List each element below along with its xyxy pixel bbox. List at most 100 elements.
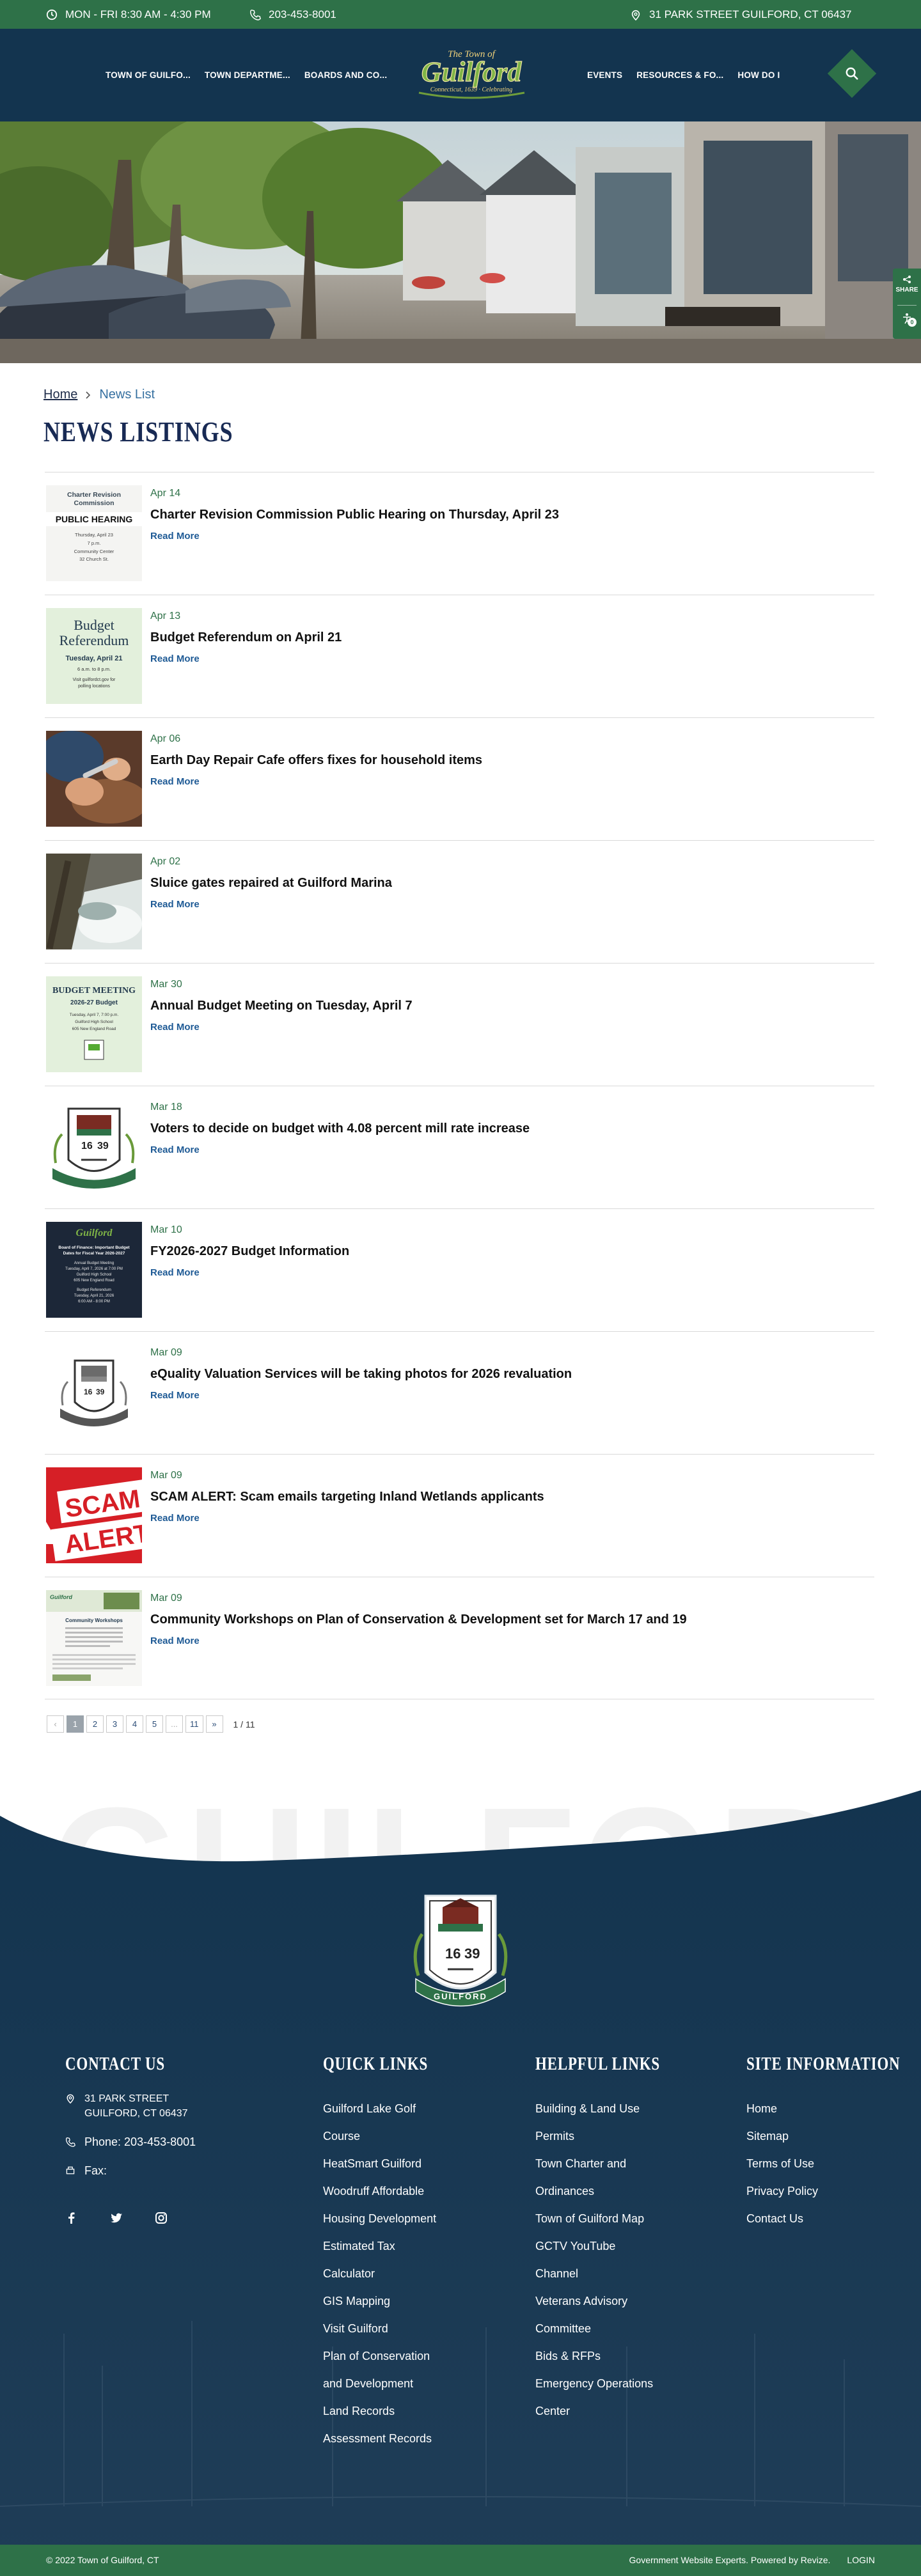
footer-contact-column: CONTACT US 31 PARK STREET GUILFORD, CT 0… [65,2054,276,2224]
news-thumbnail-budget-info[interactable]: Guilford Board of Finance: Important Bud… [46,1222,142,1318]
thumb7-l10: 6:00 AM - 8:00 PM [78,1300,110,1304]
pagination-page-4[interactable]: 4 [126,1715,143,1733]
quick-link-item[interactable]: Course [323,2123,489,2150]
pagination-page-1[interactable]: 1 [67,1715,84,1733]
helpful-link-item[interactable]: Building & Land Use [535,2095,702,2123]
helpful-link-item[interactable]: Emergency Operations [535,2370,702,2398]
news-thumbnail-town-seal[interactable]: 16 39 [46,1099,142,1195]
revize-credit-link[interactable]: Government Website Experts. Powered by R… [629,2555,831,2565]
helpful-link-item[interactable]: Ordinances [535,2178,702,2205]
read-more-link[interactable]: Read More [150,1144,200,1155]
phone-icon [65,2137,75,2147]
news-title[interactable]: Charter Revision Commission Public Heari… [150,508,559,522]
news-thumbnail-repair-cafe[interactable] [46,731,142,827]
helpful-link-item[interactable]: Committee [535,2315,702,2343]
site-info-item[interactable]: Contact Us [746,2205,893,2233]
helpful-link-item[interactable]: Veterans Advisory [535,2288,702,2315]
news-thumbnail-budget-referendum[interactable]: Budget Referendum Tuesday, April 21 6 a.… [46,608,142,704]
quick-link-item[interactable]: Housing Development [323,2205,489,2233]
helpful-link-item[interactable]: Town of Guilford Map [535,2205,702,2233]
guilford-logo[interactable]: The Town of Guilford Connecticut, 1639 ·… [413,47,531,104]
news-title[interactable]: Voters to decide on budget with 4.08 per… [150,1121,530,1136]
news-title[interactable]: Community Workshops on Plan of Conservat… [150,1612,687,1627]
helpful-link-item[interactable]: Permits [535,2123,702,2150]
pagination-next[interactable]: » [205,1715,223,1733]
read-more-link[interactable]: Read More [150,899,200,910]
site-info-item[interactable]: Home [746,2095,893,2123]
helpful-link-item[interactable]: Town Charter and [535,2150,702,2178]
news-title[interactable]: FY2026-2027 Budget Information [150,1244,349,1259]
pagination-prev[interactable]: ‹ [47,1715,64,1733]
news-thumbnail-sluice-gates[interactable] [46,854,142,949]
pagination-page-5[interactable]: 5 [146,1715,163,1733]
news-item: SCAM ALERT Mar 09 SCAM ALERT: Scam email… [45,1454,874,1577]
quick-link-item[interactable]: Woodruff Affordable [323,2178,489,2205]
news-thumbnail-scam-alert[interactable]: SCAM ALERT [46,1467,142,1563]
nav-events[interactable]: EVENTS [587,70,622,80]
news-title[interactable]: Annual Budget Meeting on Tuesday, April … [150,999,413,1013]
quick-link-item[interactable]: Assessment Records [323,2425,489,2453]
read-more-link[interactable]: Read More [150,653,200,664]
site-info-item[interactable]: Sitemap [746,2123,893,2150]
helpful-link-item[interactable]: Center [535,2398,702,2425]
news-thumbnail-budget-meeting[interactable]: BUDGET MEETING 2026-27 Budget Tuesday, A… [46,976,142,1072]
quick-link-item[interactable]: Estimated Tax [323,2233,489,2260]
pagination-page-3[interactable]: 3 [106,1715,123,1733]
breadcrumb-home[interactable]: Home [43,387,77,402]
quick-link-item[interactable]: and Development [323,2370,489,2398]
nav-town-of-guilford[interactable]: TOWN OF GUILFO... [106,70,191,80]
footer-phone-text[interactable]: Phone: 203-453-8001 [84,2135,196,2150]
twitter-icon[interactable] [110,2212,123,2224]
quick-link-item[interactable]: Guilford Lake Golf [323,2095,489,2123]
thumb5-l1: BUDGET MEETING [52,986,136,995]
quick-link-item[interactable]: Land Records [323,2398,489,2425]
read-more-link[interactable]: Read More [150,1513,200,1524]
read-more-link[interactable]: Read More [150,1390,200,1401]
phone-item[interactable]: 203-453-8001 [249,0,336,29]
nav-how-do-i[interactable]: HOW DO I [737,70,780,80]
accessibility-widget[interactable]: 0 [897,305,917,331]
read-more-link[interactable]: Read More [150,531,200,542]
helpful-link-item[interactable]: Bids & RFPs [535,2343,702,2370]
pagination-page-11[interactable]: 11 [185,1715,203,1733]
news-title[interactable]: Earth Day Repair Cafe offers fixes for h… [150,753,482,768]
town-seal-icon: 16 39 [46,1345,142,1440]
quick-link-item[interactable]: GIS Mapping [323,2288,489,2315]
search-button[interactable] [827,49,877,98]
news-title[interactable]: SCAM ALERT: Scam emails targeting Inland… [150,1490,544,1504]
news-thumbnail-charter-hearing[interactable]: Charter Revision Commission PUBLIC HEARI… [46,485,142,581]
instagram-icon[interactable] [155,2212,168,2224]
read-more-link[interactable]: Read More [150,1022,200,1033]
footer-address[interactable]: 31 PARK STREET GUILFORD, CT 06437 [65,2091,276,2121]
quick-link-item[interactable]: HeatSmart Guilford [323,2150,489,2178]
quick-link-item[interactable]: Plan of Conservation [323,2343,489,2370]
read-more-link[interactable]: Read More [150,776,200,787]
login-link[interactable]: LOGIN [847,2555,875,2565]
read-more-link[interactable]: Read More [150,1635,200,1646]
site-info-item[interactable]: Terms of Use [746,2150,893,2178]
footer-phone[interactable]: Phone: 203-453-8001 [65,2135,276,2150]
thumb7-l3: Dates for Fiscal Year 2026-2027 [63,1251,125,1256]
nav-town-departments[interactable]: TOWN DEPARTME... [205,70,290,80]
quick-link-item[interactable]: Calculator [323,2260,489,2288]
pagination-page-2[interactable]: 2 [86,1715,104,1733]
nav-resources-and-forms[interactable]: RESOURCES & FO... [636,70,723,80]
news-thumbnail-revaluation-seal[interactable]: 16 39 [46,1345,142,1440]
news-thumbnail-community-workshops[interactable]: Guilford Community Workshops [46,1590,142,1686]
news-title[interactable]: Budget Referendum on April 21 [150,630,342,645]
share-widget[interactable]: SHARE 0 [893,269,921,339]
phone-number[interactable]: 203-453-8001 [269,8,336,21]
facebook-icon[interactable] [65,2212,78,2224]
quick-link-item[interactable]: Visit Guilford [323,2315,489,2343]
thumb7-l6: Guilford High School [76,1273,111,1277]
helpful-link-item[interactable]: GCTV YouTube [535,2233,702,2260]
town-hall-address[interactable]: 31 PARK STREET GUILFORD, CT 06437 [649,8,852,21]
helpful-link-item[interactable]: Channel [535,2260,702,2288]
news-title[interactable]: Sluice gates repaired at Guilford Marina [150,876,392,891]
news-title[interactable]: eQuality Valuation Services will be taki… [150,1367,572,1382]
read-more-link[interactable]: Read More [150,1267,200,1278]
site-info-item[interactable]: Privacy Policy [746,2178,893,2205]
nav-boards-and-commissions[interactable]: BOARDS AND CO... [304,70,387,80]
footer-town-seal[interactable]: 16 39 GUILFORD [403,1889,518,2024]
address-item[interactable]: 31 PARK STREET GUILFORD, CT 06437 [630,0,852,29]
